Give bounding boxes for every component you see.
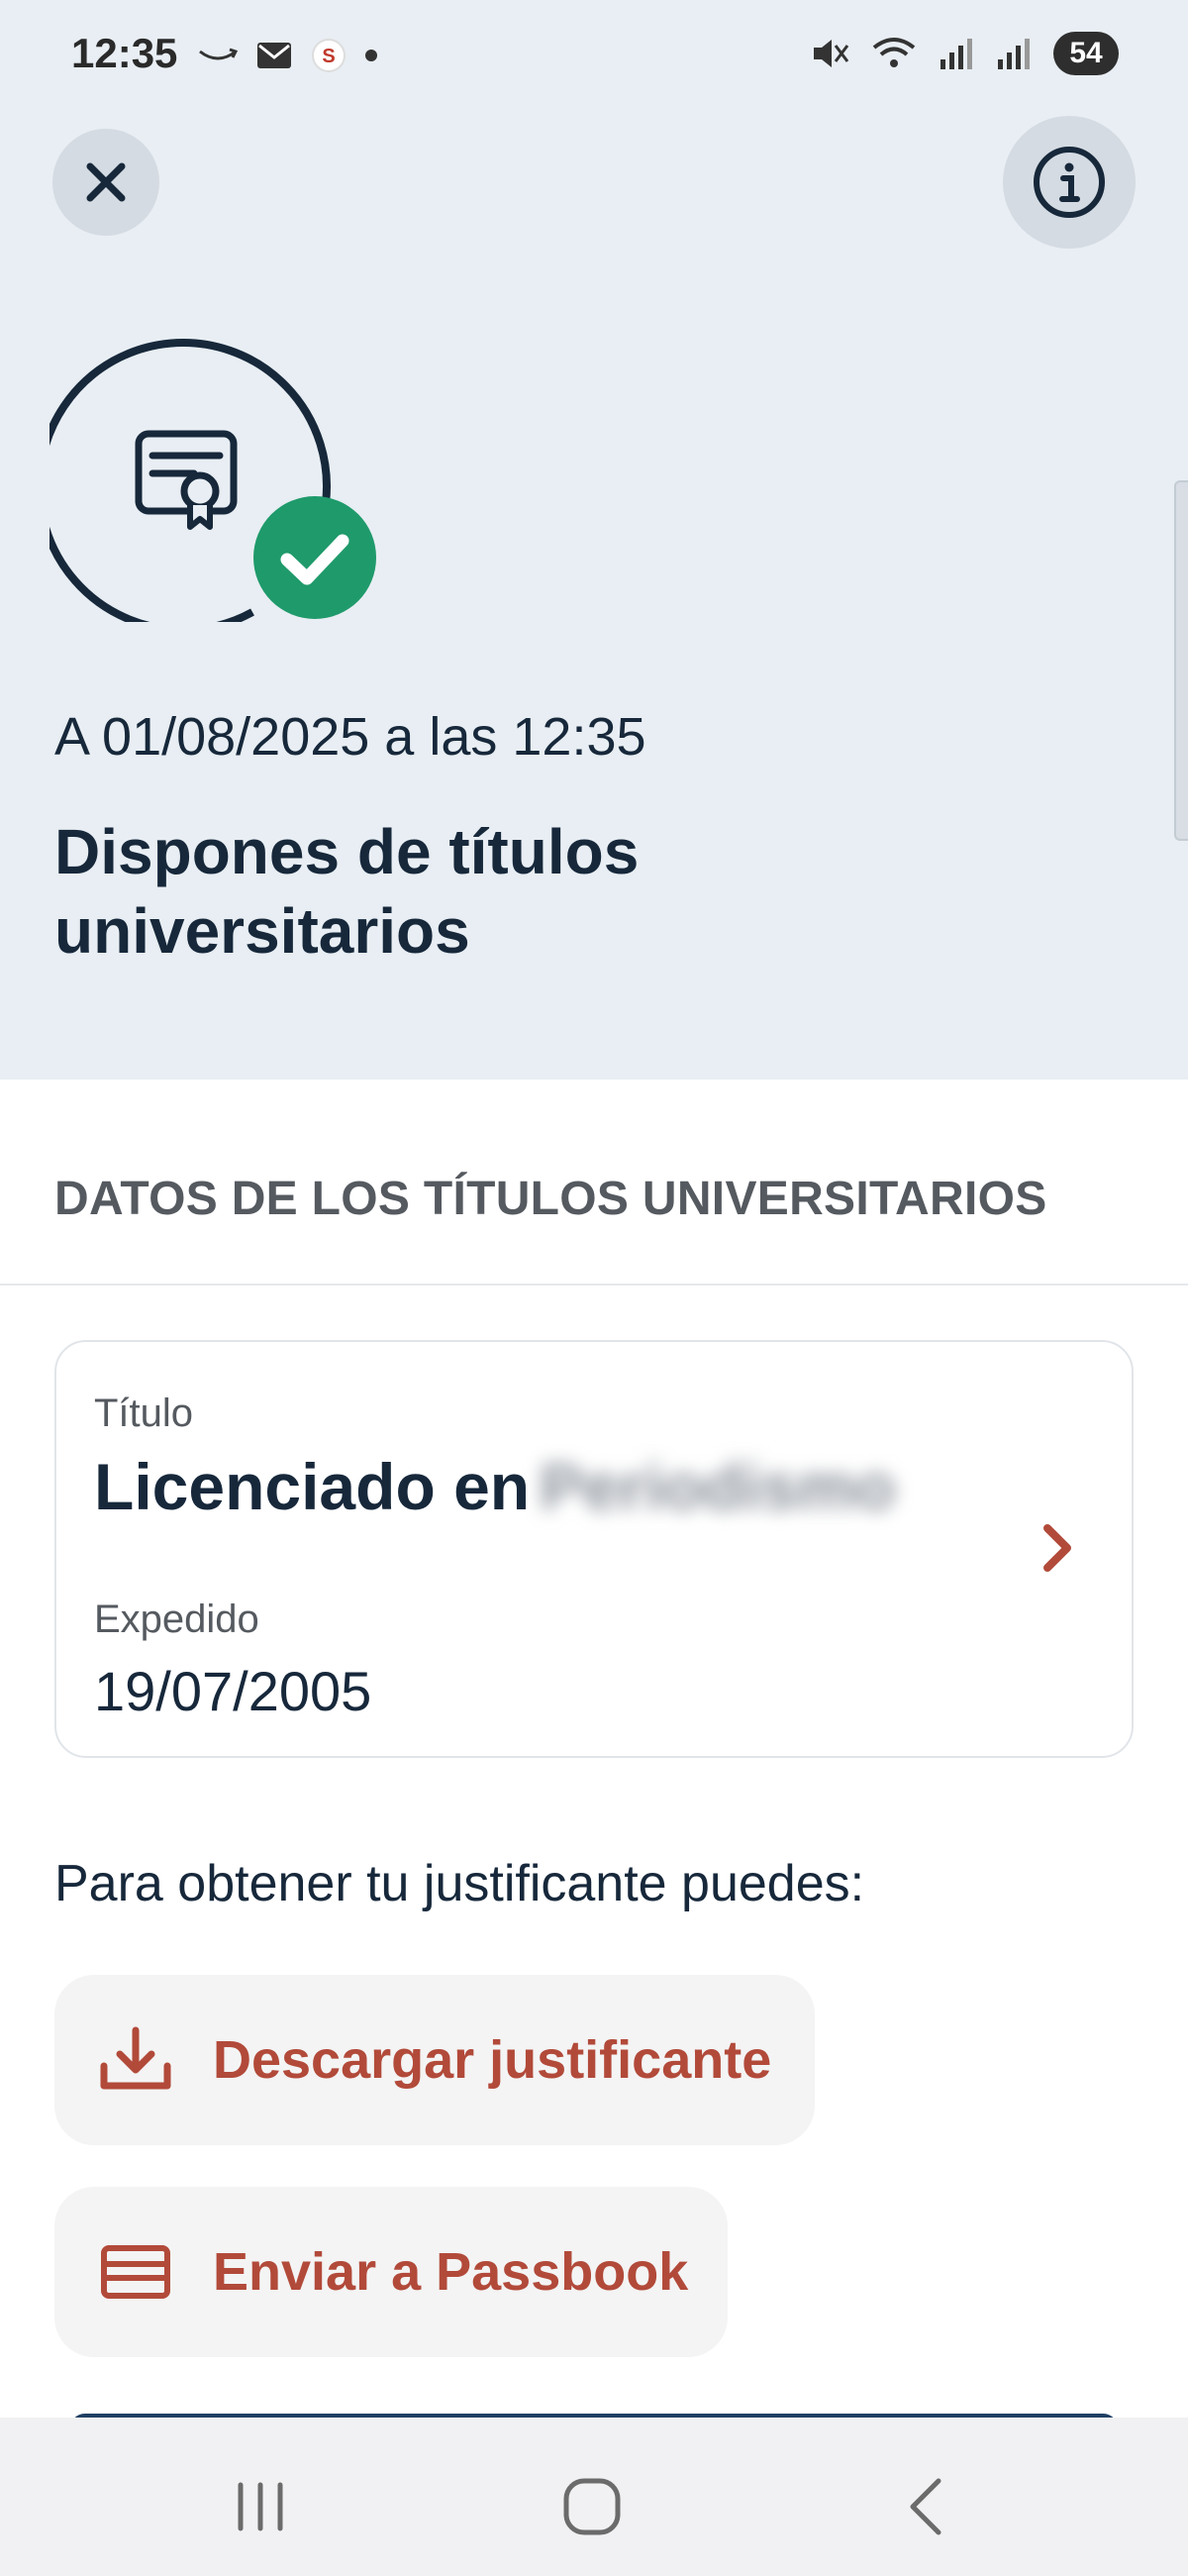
scroll-handle[interactable] (1174, 480, 1188, 841)
issued-date: 19/07/2005 (94, 1660, 372, 1722)
close-button[interactable] (52, 129, 159, 236)
instructions-text: Para obtener tu justificante puedes: (54, 1855, 865, 1912)
send-to-passbook-label: Enviar a Passbook (213, 2242, 689, 2302)
amazon-icon (199, 48, 238, 60)
degree-title-blurred: Periodismo (540, 1450, 896, 1523)
dot-icon (365, 50, 377, 61)
page-title: Dispones de títulos universitarios (54, 816, 640, 967)
app-s-icon: S (312, 39, 346, 72)
download-receipt-button[interactable]: Descargar justificante (54, 1975, 815, 2145)
degree-card[interactable]: Título Licenciado en Periodismo Expedido … (54, 1340, 1134, 1758)
issued-label: Expedido (94, 1597, 259, 1641)
download-icon (100, 2026, 171, 2090)
info-button[interactable] (1003, 116, 1136, 249)
system-nav-bar (0, 2418, 1188, 2576)
mail-icon (257, 43, 291, 68)
status-time: 12:35 (71, 30, 178, 76)
section-title: DATOS DE LOS TÍTULOS UNIVERSITARIOS (54, 1173, 1047, 1225)
svg-text:S: S (322, 46, 335, 67)
verification-date: A 01/08/2025 a las 12:35 (54, 707, 646, 767)
mute-icon (814, 40, 849, 67)
home-icon (563, 2478, 621, 2535)
degree-title: Licenciado en Periodismo (94, 1449, 896, 1524)
certificate-check-icon (50, 339, 376, 622)
title-label: Título (94, 1391, 194, 1435)
signal-icon (940, 39, 972, 69)
wifi-icon (872, 38, 916, 67)
signal-icon (998, 39, 1030, 69)
status-right-icons: 54 (810, 32, 1119, 75)
send-to-passbook-button[interactable]: Enviar a Passbook (54, 2187, 728, 2357)
chevron-right-icon (1043, 1524, 1071, 1572)
back-icon (910, 2478, 941, 2535)
recent-apps-button[interactable] (216, 2467, 305, 2546)
recent-apps-icon (238, 2482, 283, 2531)
passbook-icon (101, 2245, 170, 2299)
info-icon (1034, 147, 1105, 218)
battery-badge: 54 (1053, 32, 1119, 75)
status-bar: 12:35 S 54 (0, 0, 1188, 109)
close-icon (86, 162, 126, 202)
back-button[interactable] (881, 2467, 970, 2546)
degree-title-text: Licenciado en (94, 1450, 531, 1523)
home-button[interactable] (547, 2467, 637, 2546)
download-receipt-label: Descargar justificante (213, 2030, 772, 2090)
section-divider (0, 1284, 1188, 1286)
header-panel: 12:35 S 54 A 01/08/2025 a las 12:35 Disp… (0, 0, 1188, 1080)
status-left-icons: S (198, 38, 378, 73)
